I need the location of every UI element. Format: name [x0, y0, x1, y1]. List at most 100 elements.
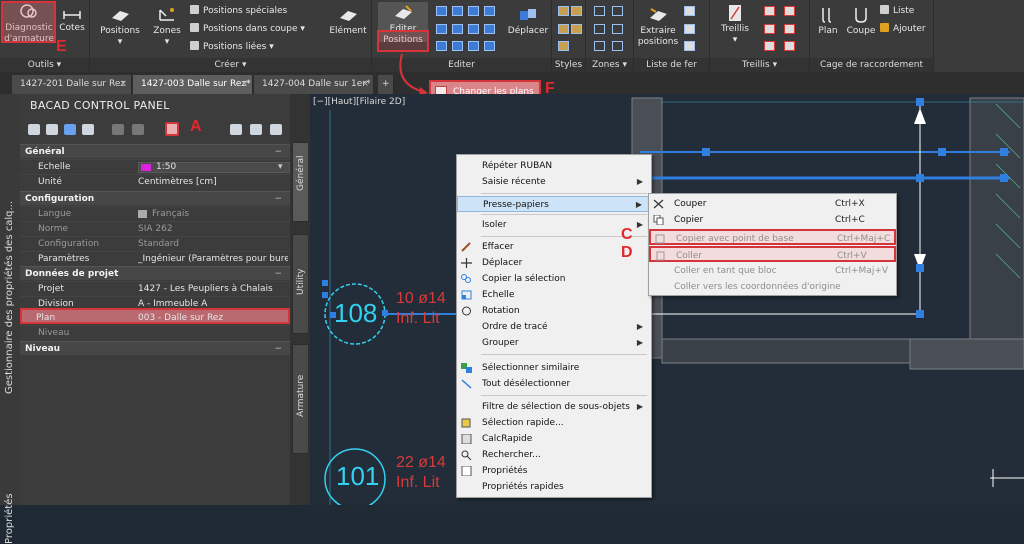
edit-tool-icon[interactable] [468, 41, 479, 51]
menu-item-selection-rapide[interactable]: Sélection rapide... [457, 415, 651, 431]
cage-plan-button[interactable]: Plan [816, 6, 840, 37]
treillis-tool-icon[interactable] [764, 41, 775, 51]
cage-ajouter-button[interactable]: Ajouter [880, 23, 926, 34]
edit-tool-icon[interactable] [452, 24, 463, 34]
zone-icon[interactable] [612, 6, 623, 16]
panel-tool-icon[interactable] [46, 124, 58, 135]
treillis-tool-icon[interactable] [784, 41, 795, 51]
position-tag-text[interactable]: Inf. Lit [396, 474, 440, 492]
user-icon[interactable] [270, 124, 282, 135]
menu-item-repeter-ruban[interactable]: Répéter RUBAN [457, 158, 651, 174]
submenu-item-coller-origine[interactable]: Coller vers les coordonnées d'origine [649, 279, 896, 295]
viewport-label[interactable]: [−][Haut][Filaire 2D] [313, 97, 405, 107]
edit-tool-icon[interactable] [484, 41, 495, 51]
edit-tool-icon[interactable] [452, 6, 463, 16]
edit-tool-icon[interactable] [436, 6, 447, 16]
submenu-item-copier[interactable]: Copier Ctrl+C [649, 212, 896, 228]
submenu-item-copier-point-base[interactable]: Copier avec point de base Ctrl+Maj+C [649, 229, 896, 245]
deplacer-ribbon-button[interactable]: Déplacer [506, 6, 550, 37]
position-tag-text[interactable]: Inf. Lit [396, 310, 440, 328]
extraire-positions-button[interactable]: Extraire positions [636, 6, 680, 48]
position-tag-number[interactable]: 108 [334, 298, 377, 329]
section-donnees-projet[interactable]: Données de projet − [20, 266, 290, 280]
treillis-tool-icon[interactable] [764, 6, 775, 16]
collapse-icon[interactable]: − [274, 342, 282, 356]
section-general[interactable]: Général − [20, 144, 290, 158]
menu-item-calcrapide[interactable]: CalcRapide [457, 431, 651, 447]
menu-item-presse-papiers[interactable]: Presse-papiers ▶ [457, 196, 651, 212]
row-plan[interactable]: Plan 003 - Dalle sur Rez [20, 308, 290, 324]
ribbon-title-zones[interactable]: Zones ▾ [586, 58, 633, 72]
ribbon-title-treillis[interactable]: Treillis ▾ [710, 58, 809, 72]
menu-item-proprietes[interactable]: Propriétés [457, 463, 651, 479]
collapse-icon[interactable]: − [274, 145, 282, 159]
treillis-button[interactable]: Treillis ▾ [716, 4, 754, 46]
wrench-icon[interactable] [250, 124, 262, 135]
liste-icon[interactable] [684, 24, 695, 34]
row-norme[interactable]: Norme SIA 262 [20, 221, 290, 235]
menu-item-tout-deselectionner[interactable]: Tout désélectionner [457, 376, 651, 392]
row-niveau[interactable]: Niveau [20, 325, 290, 339]
tab-utility-side[interactable]: Utility [292, 234, 309, 334]
changer-plans-panel-button[interactable] [165, 122, 179, 136]
zone-icon[interactable] [612, 24, 623, 34]
style-icon[interactable] [571, 24, 582, 34]
panel-tool-icon[interactable] [230, 124, 242, 135]
menu-item-ordre-trace[interactable]: Ordre de tracé ▶ [457, 319, 651, 335]
menu-item-grouper[interactable]: Grouper ▶ [457, 335, 651, 351]
zone-icon[interactable] [612, 41, 623, 51]
menu-item-saisie-recente[interactable]: Saisie récente ▶ [457, 174, 651, 190]
edit-tool-icon[interactable] [436, 41, 447, 51]
position-tag-number[interactable]: 101 [336, 461, 379, 492]
section-configuration[interactable]: Configuration − [20, 191, 290, 205]
row-langue[interactable]: Langue Français [20, 206, 290, 220]
drawing-canvas[interactable]: [−][Haut][Filaire 2D] 108 10 ø14 Inf. Li… [310, 94, 1024, 505]
treillis-tool-icon[interactable] [784, 24, 795, 34]
zone-icon[interactable] [594, 24, 605, 34]
menu-item-copier-selection[interactable]: Copier la sélection [457, 271, 651, 287]
tab-1427-004[interactable]: 1427-004 Dalle sur 1er* × [254, 75, 374, 94]
panel-tool-icon[interactable] [132, 124, 144, 135]
menu-item-rotation[interactable]: Rotation [457, 303, 651, 319]
liste-icon[interactable] [684, 6, 695, 16]
panel-tool-icon[interactable] [28, 124, 40, 135]
panel-tool-icon[interactable] [112, 124, 124, 135]
row-projet[interactable]: Projet 1427 - Les Peupliers à Chalais [20, 281, 290, 295]
close-icon[interactable]: × [240, 75, 248, 94]
row-configuration[interactable]: Configuration Standard [20, 236, 290, 250]
menu-item-proprietes-rapides[interactable]: Propriétés rapides [457, 479, 651, 495]
edit-tool-icon[interactable] [484, 24, 495, 34]
cage-coupe-button[interactable]: Coupe [846, 6, 876, 37]
tab-armature-side[interactable]: Armature [292, 344, 309, 454]
ribbon-title-creer[interactable]: Créer ▾ [90, 58, 371, 72]
positions-speciales-button[interactable]: Positions spéciales [190, 5, 287, 16]
submenu-item-couper[interactable]: Couper Ctrl+X [649, 196, 896, 212]
style-icon[interactable] [558, 24, 569, 34]
panel-tool-icon[interactable] [64, 124, 76, 135]
ribbon-title-outils[interactable]: Outils ▾ [0, 58, 89, 72]
tab-general-side[interactable]: Général [292, 142, 309, 222]
submenu-item-coller[interactable]: Coller Ctrl+V [649, 246, 896, 262]
zones-button[interactable]: Zones ▾ [150, 6, 184, 48]
section-niveau[interactable]: Niveau − [20, 341, 290, 355]
menu-item-filtre-selection[interactable]: Filtre de sélection de sous-objets ▶ [457, 399, 651, 415]
tab-1427-201[interactable]: 1427-201 Dalle sur Rez × [12, 75, 132, 94]
element-button[interactable]: Elément [328, 6, 368, 37]
positions-liees-button[interactable]: Positions liées ▾ [190, 41, 274, 52]
style-icon[interactable] [558, 6, 569, 16]
menu-item-echelle[interactable]: Echelle [457, 287, 651, 303]
edit-tool-icon[interactable] [436, 24, 447, 34]
positions-dans-coupe-button[interactable]: Positions dans coupe ▾ [190, 23, 305, 34]
edit-tool-icon[interactable] [468, 6, 479, 16]
zone-icon[interactable] [594, 41, 605, 51]
panel-tool-icon[interactable] [82, 124, 94, 135]
edit-tool-icon[interactable] [484, 6, 495, 16]
position-tag-text[interactable]: 22 ø14 [396, 454, 446, 472]
tab-1427-003[interactable]: 1427-003 Dalle sur Rez* × [133, 75, 253, 94]
edit-tool-icon[interactable] [468, 24, 479, 34]
cotes-button[interactable]: Cotes [58, 3, 86, 34]
properties-strip-label[interactable]: Propriétés [4, 493, 15, 544]
menu-item-rechercher[interactable]: Rechercher... [457, 447, 651, 463]
liste-icon[interactable] [684, 41, 695, 51]
collapse-icon[interactable]: − [274, 267, 282, 281]
